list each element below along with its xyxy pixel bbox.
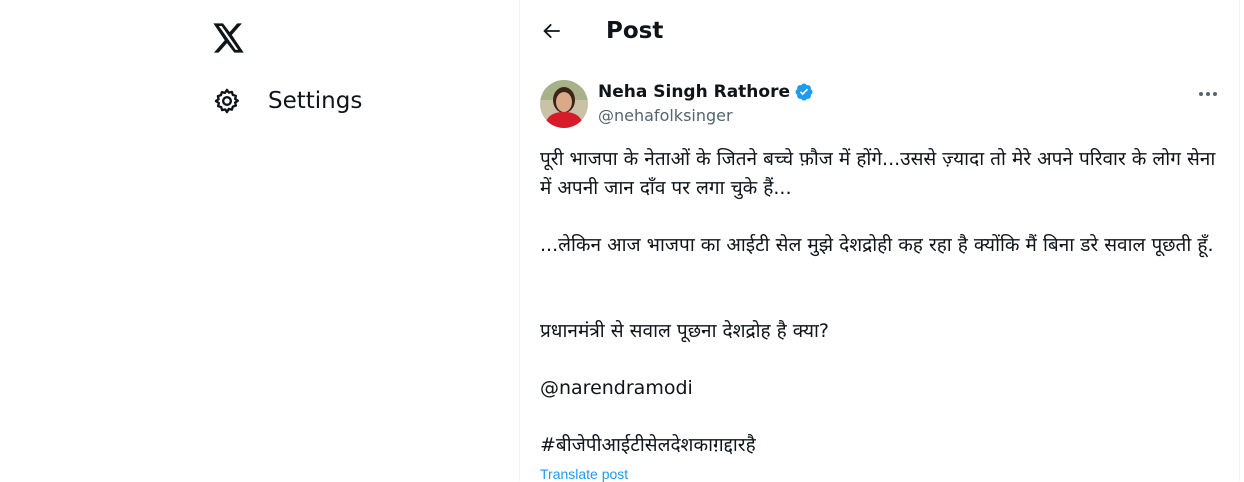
author-handle[interactable]: @nehafolksinger — [598, 106, 733, 125]
hashtag-link[interactable]: #बीजेपीआईटीसेलदेशकाग़द्दारहै — [540, 431, 756, 460]
main-column: Post Neha Singh Rathore @nehafolksinger — [519, 0, 1240, 482]
back-button[interactable] — [534, 16, 568, 50]
post-paragraph: पूरी भाजपा के नेताओं के जितने बच्चे फ़ौज… — [540, 148, 1216, 199]
mention-link[interactable]: @narendramodi — [540, 374, 693, 403]
settings-label: Settings — [268, 88, 363, 114]
more-horizontal-icon — [1198, 84, 1218, 102]
left-sidebar: Settings — [0, 0, 519, 481]
avatar[interactable] — [540, 80, 588, 128]
more-options-button[interactable] — [1195, 80, 1221, 106]
author-name[interactable]: Neha Singh Rathore — [598, 82, 790, 102]
author-row: Neha Singh Rathore — [598, 82, 814, 102]
page-title: Post — [606, 18, 664, 44]
nav-settings[interactable]: Settings — [210, 78, 362, 124]
post-paragraph: प्रधानमंत्री से सवाल पूछना देशद्रोह है क… — [540, 320, 829, 342]
post-paragraph: ...लेकिन आज भाजपा का आईटी सेल मुझे देशद्… — [540, 234, 1214, 256]
post-header: Post — [520, 0, 1239, 64]
gear-icon — [210, 84, 244, 118]
arrow-left-icon — [540, 20, 562, 47]
translate-post-link[interactable]: Translate post — [540, 466, 628, 482]
x-logo-icon[interactable] — [210, 19, 248, 57]
verified-badge-icon[interactable] — [794, 82, 814, 102]
